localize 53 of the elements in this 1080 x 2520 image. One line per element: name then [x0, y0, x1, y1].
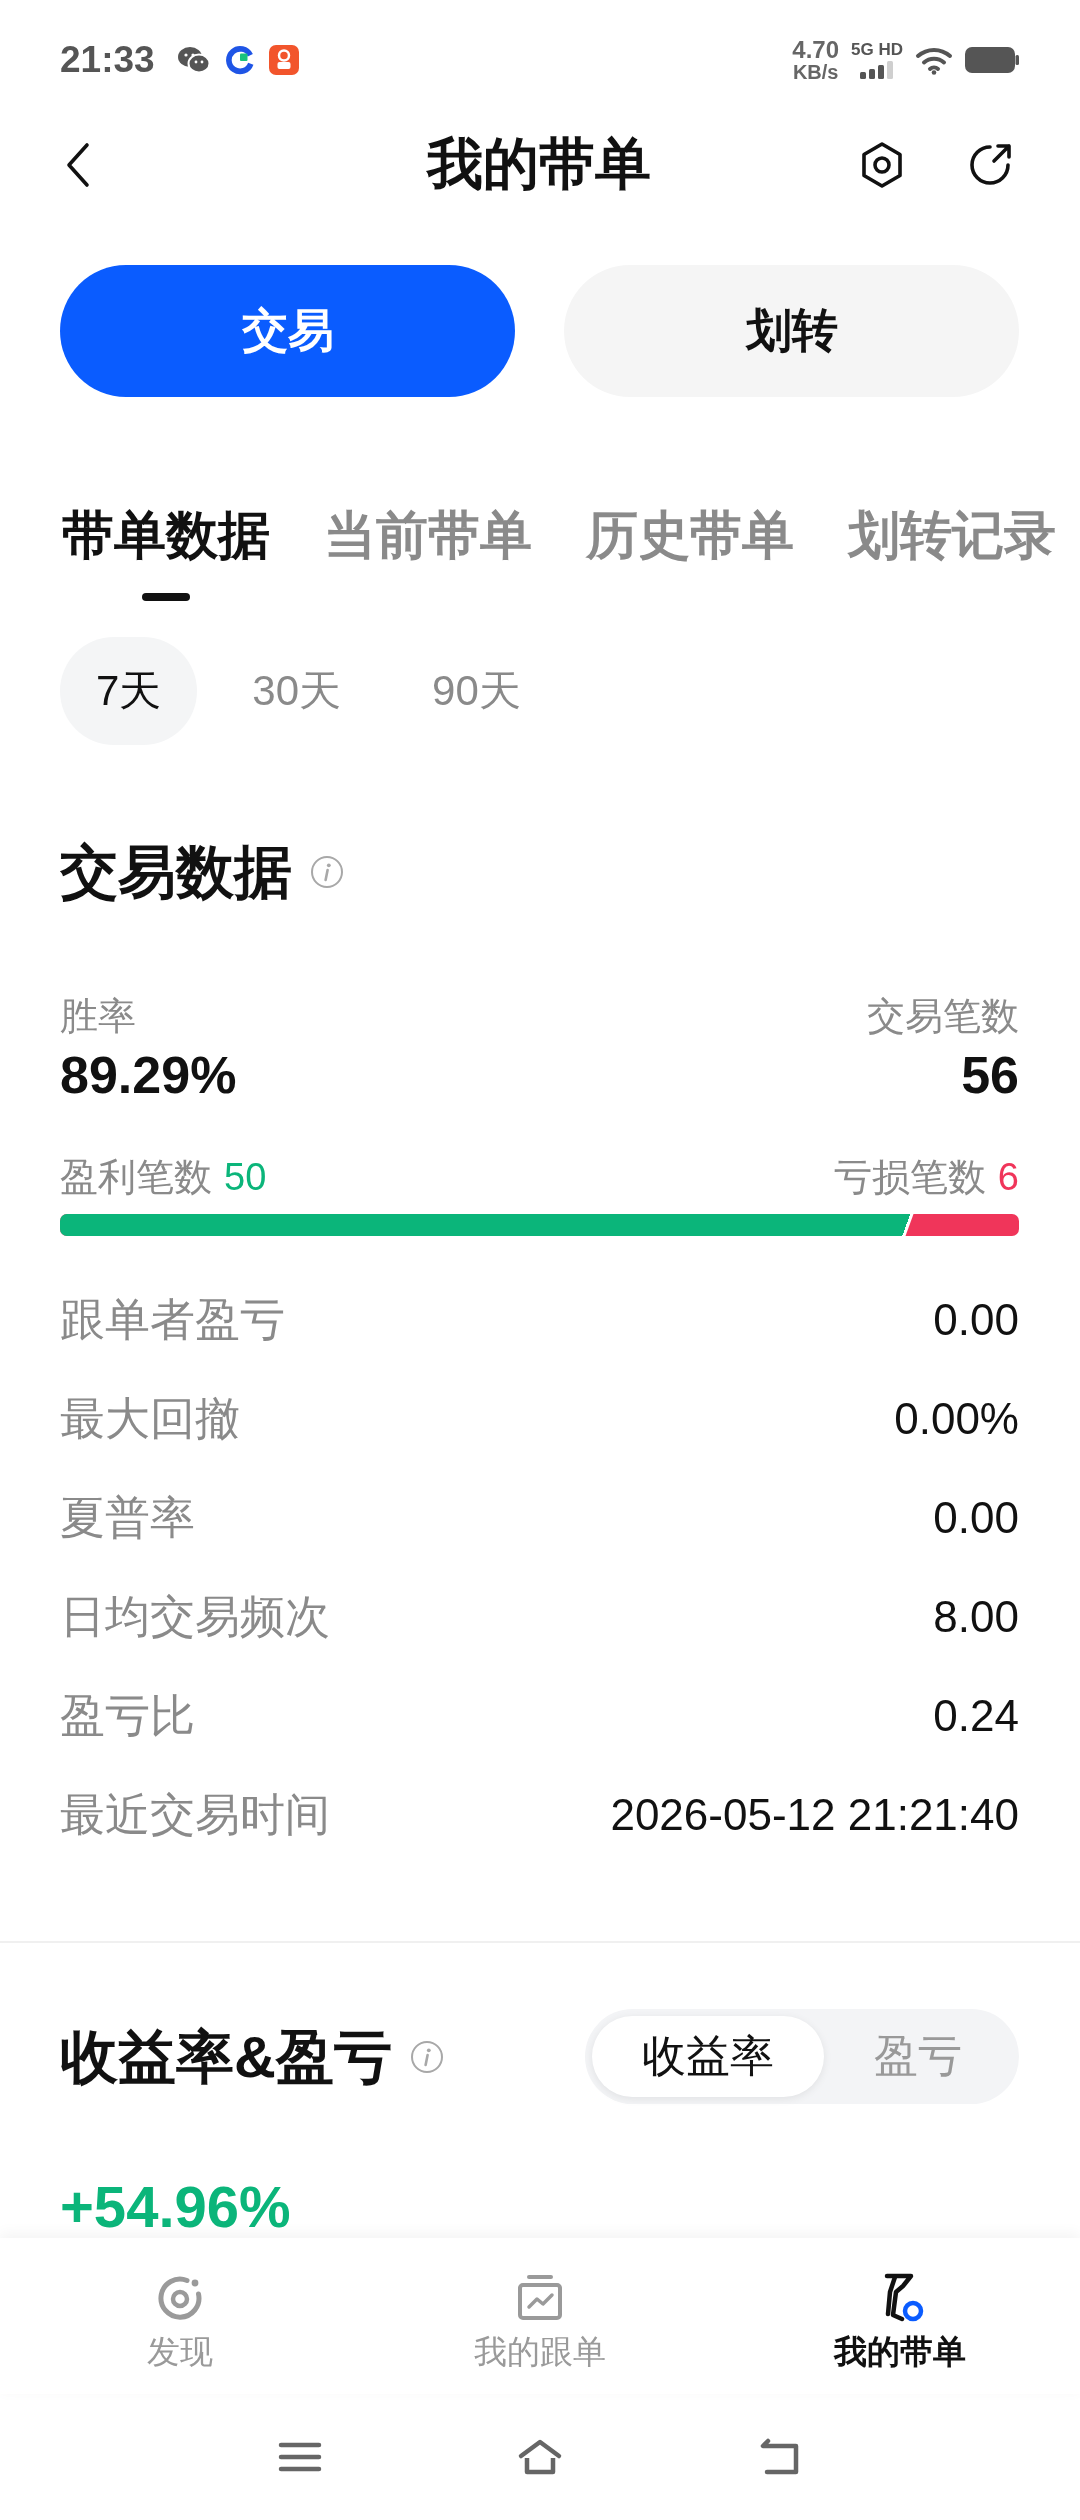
profit-count-value: 50 — [224, 1155, 267, 1200]
wifi-icon — [915, 45, 953, 75]
battery-icon — [965, 47, 1019, 73]
metric-label: 跟单者盈亏 — [60, 1292, 285, 1347]
nav-item[interactable]: 我的带单 — [834, 2272, 966, 2372]
network-speed: 4.70 — [792, 38, 840, 62]
loss-count-label: 亏损笔数 — [833, 1155, 986, 1200]
period-chip[interactable]: 90天 — [396, 637, 557, 745]
section-title: 收益率&盈亏 — [60, 2022, 392, 2091]
page-title: 我的带单 — [427, 131, 651, 197]
segment-button[interactable]: 划转 — [564, 265, 1019, 397]
stat-value: 56 — [961, 1045, 1019, 1105]
toggle-option[interactable]: 盈亏 — [824, 2016, 1012, 2097]
period-chip[interactable]: 30天 — [216, 637, 378, 745]
stat-label: 胜率 — [60, 994, 136, 1039]
network-speed-unit: KB/s — [792, 62, 839, 82]
nav-item[interactable]: 发现 — [147, 2272, 213, 2372]
ring-icon — [224, 45, 255, 75]
signal-icon — [858, 61, 896, 79]
metric-value: 0.00 — [933, 1294, 1019, 1345]
tab-indicator — [142, 593, 190, 601]
tab[interactable]: 当前带单 — [324, 503, 532, 567]
metric-value: 8.00 — [933, 1591, 1019, 1642]
metric-value: 0.24 — [933, 1690, 1019, 1741]
settings-icon[interactable] — [859, 141, 905, 189]
metric-value: 0.00 — [933, 1492, 1019, 1543]
share-icon[interactable] — [967, 142, 1013, 188]
stat-label: 交易笔数 — [867, 994, 1019, 1039]
period-chip[interactable]: 7天 — [60, 637, 198, 745]
tab[interactable]: 带单数据 — [62, 503, 270, 601]
back-icon[interactable] — [65, 142, 91, 188]
toggle-option[interactable]: 收益率 — [592, 2016, 824, 2097]
return-rate-value: +54.96% — [60, 2178, 291, 2236]
app-tile-icon — [268, 45, 299, 75]
loss-count-value: 6 — [997, 1155, 1019, 1200]
section-title: 交易数据 — [60, 838, 292, 906]
metric-label: 最大回撤 — [60, 1391, 240, 1446]
tab[interactable]: 划转记录 — [848, 503, 1056, 567]
metric-label: 日均交易频次 — [60, 1589, 330, 1644]
metric-label: 夏普率 — [60, 1490, 195, 1545]
stat-value: 89.29% — [60, 1045, 237, 1105]
profit-count-label: 盈利笔数 — [60, 1155, 212, 1200]
status-time: 21:33 — [60, 39, 155, 81]
home-icon[interactable] — [517, 2437, 563, 2477]
nav-item[interactable]: 我的跟单 — [474, 2272, 606, 2372]
metric-value: 2026-05-12 21:21:40 — [610, 1789, 1019, 1840]
metric-label: 最近交易时间 — [60, 1787, 330, 1842]
segment-button[interactable]: 交易 — [60, 265, 515, 397]
metric-label: 盈亏比 — [60, 1688, 195, 1743]
chat-bubbles-icon — [176, 45, 211, 75]
network-type: 5G HD — [851, 41, 903, 58]
tab[interactable]: 历史带单 — [586, 503, 794, 567]
metric-value: 0.00% — [894, 1393, 1019, 1444]
